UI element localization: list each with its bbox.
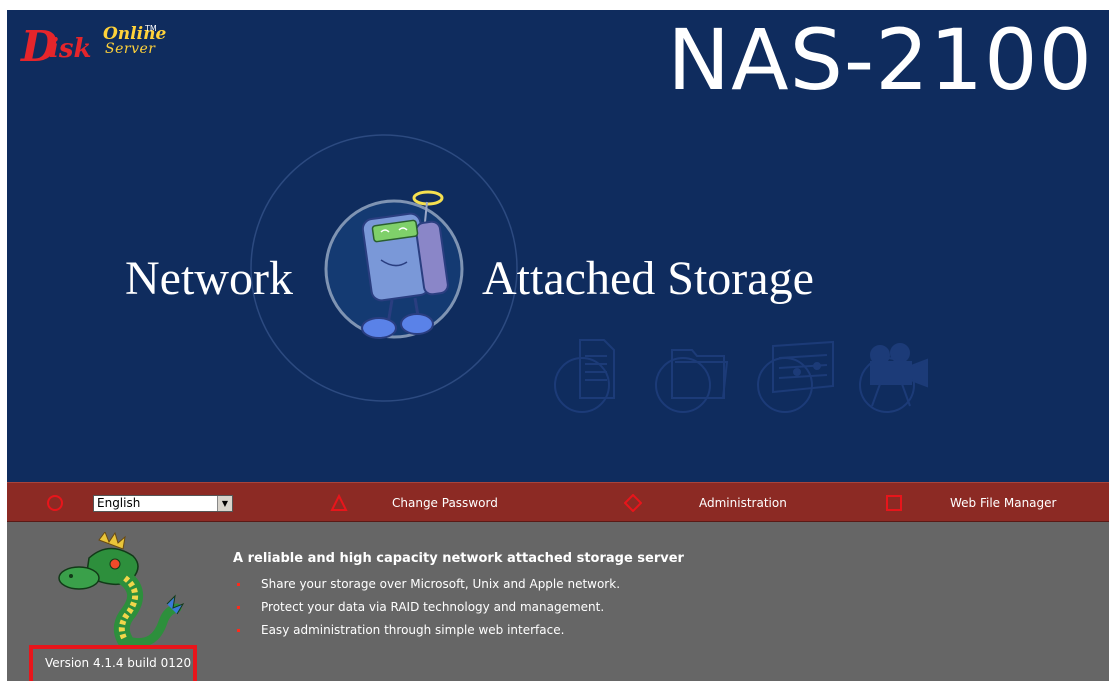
video-camera-icon — [859, 343, 928, 413]
feature-text: Protect your data via RAID technology an… — [261, 600, 605, 614]
key-icon — [330, 494, 348, 511]
bullet-icon — [237, 583, 240, 586]
administration-link[interactable]: Administration — [699, 495, 787, 511]
bullet-icon — [237, 629, 240, 632]
language-selected-value: English — [97, 496, 141, 510]
file-manager-icon — [886, 495, 902, 511]
list-item: Protect your data via RAID technology an… — [233, 600, 620, 623]
change-password-link[interactable]: Change Password — [392, 495, 498, 511]
bullet-icon — [237, 606, 240, 609]
list-item: Share your storage over Microsoft, Unix … — [233, 577, 620, 600]
language-select[interactable]: English ▼ — [93, 495, 233, 512]
feature-text: Share your storage over Microsoft, Unix … — [261, 577, 621, 591]
info-panel: Version 4.1.4 build 0120 A reliable and … — [7, 522, 1109, 681]
nas-login-page: D isk Online TM Server NAS-2100 Network … — [7, 10, 1109, 681]
hero-artwork — [250, 134, 928, 413]
globe-icon — [47, 495, 63, 511]
info-title: A reliable and high capacity network att… — [233, 551, 684, 566]
hero-banner: D isk Online TM Server NAS-2100 Network … — [7, 10, 1109, 482]
admin-icon — [624, 494, 642, 512]
feature-list: Share your storage over Microsoft, Unix … — [233, 577, 620, 646]
dragon-mascot-icon — [58, 532, 185, 648]
chevron-down-icon[interactable]: ▼ — [217, 496, 232, 511]
tagline-network: Network — [125, 252, 293, 305]
nav-bar: English ▼ Change Password Administration… — [7, 482, 1109, 522]
document-icon — [554, 339, 615, 413]
feature-text: Easy administration through simple web i… — [261, 623, 565, 637]
music-icon — [757, 340, 834, 413]
firmware-version: Version 4.1.4 build 0120 — [45, 656, 192, 670]
web-file-manager-link[interactable]: Web File Manager — [950, 495, 1056, 511]
folder-icon — [655, 349, 729, 413]
tagline-attached-storage: Attached Storage — [482, 252, 814, 305]
list-item: Easy administration through simple web i… — [233, 623, 620, 646]
